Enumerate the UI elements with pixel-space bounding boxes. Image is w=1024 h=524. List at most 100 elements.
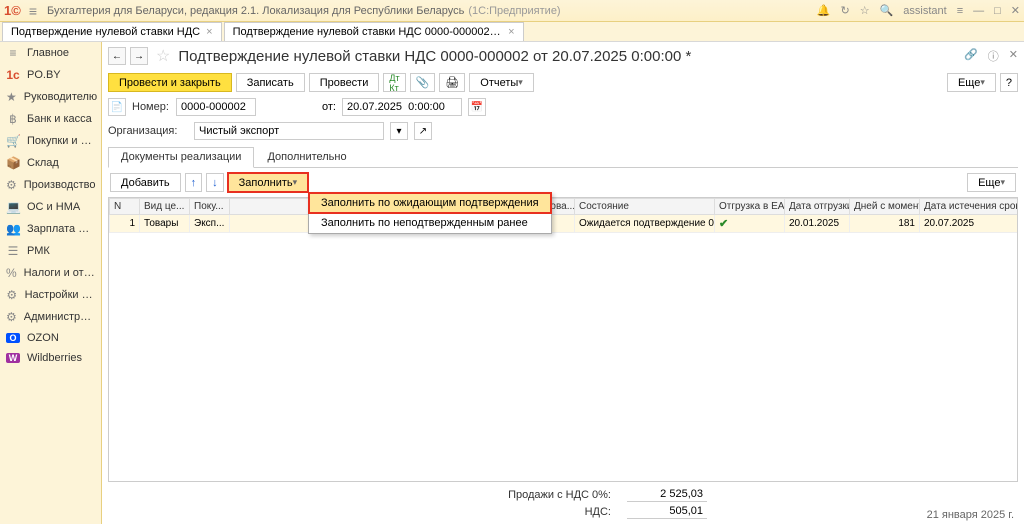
- form-org-row: Организация: ▾ ↗: [102, 119, 1024, 143]
- sidebar-item-wb[interactable]: WWildberries: [0, 348, 101, 368]
- bell-icon[interactable]: 🔔: [817, 4, 831, 17]
- forward-button[interactable]: →: [130, 47, 148, 65]
- document-title: Подтверждение нулевой ставки НДС 0000-00…: [178, 48, 691, 65]
- sidebar-item-taxes[interactable]: %Налоги и отчетность: [0, 262, 101, 284]
- doc-header: ← → ☆ Подтверждение нулевой ставки НДС 0…: [102, 42, 1024, 70]
- org-input[interactable]: [194, 122, 384, 140]
- link-icon[interactable]: 🔗: [964, 48, 978, 64]
- maximize-icon[interactable]: □: [994, 5, 1001, 17]
- org-select-button[interactable]: ▾: [390, 122, 408, 140]
- dt-kt-button[interactable]: ДтКт: [383, 73, 405, 92]
- number-label: Номер:: [132, 101, 170, 113]
- tabs-bar: Подтверждение нулевой ставки НДС × Подтв…: [0, 22, 1024, 42]
- back-button[interactable]: ←: [108, 47, 126, 65]
- info-icon[interactable]: ⓘ: [988, 48, 999, 64]
- close-doc-icon[interactable]: ✕: [1009, 48, 1018, 64]
- gear-icon: ⚙: [6, 178, 17, 192]
- tab-documents[interactable]: Документы реализации: [108, 147, 254, 168]
- cell-state: Ожидается подтверждение 0%: [575, 215, 715, 233]
- cart-icon: 🛒: [6, 134, 20, 148]
- titlebar: 1© ≡ Бухгалтерия для Беларуси, редакция …: [0, 0, 1024, 22]
- table-row[interactable]: 1 Товары Эксп... 2 525,03 20% 505,01 Ожи…: [110, 215, 1019, 233]
- move-down-button[interactable]: ↓: [206, 173, 224, 192]
- documents-grid[interactable]: N Вид це... Поку... дажи с НДС 0% Ставка…: [108, 197, 1018, 482]
- cell-eaes[interactable]: ✔: [715, 215, 785, 233]
- tab-toolbar: Добавить ↑ ↓ Заполнить Заполнить по ожид…: [102, 168, 1024, 197]
- org-open-button[interactable]: ↗: [414, 122, 432, 140]
- star-icon[interactable]: ☆: [860, 4, 870, 17]
- col-eaes[interactable]: Отгрузка в ЕАЭС: [715, 199, 785, 215]
- grid-more-button[interactable]: Еще: [967, 173, 1016, 192]
- post-and-close-button[interactable]: Провести и закрыть: [108, 73, 232, 92]
- sidebar-item-bank[interactable]: ฿Банк и касса: [0, 108, 101, 130]
- sidebar-item-production[interactable]: ⚙Производство: [0, 174, 101, 196]
- date-input[interactable]: [342, 98, 462, 116]
- sidebar-item-poby[interactable]: 1cPO.BY: [0, 64, 101, 86]
- sidebar-item-rmk[interactable]: ☰РМК: [0, 240, 101, 262]
- sidebar-item-ozon[interactable]: OOZON: [0, 328, 101, 348]
- app-subtitle: (1С:Предприятие): [468, 5, 560, 17]
- post-button[interactable]: Провести: [309, 73, 380, 92]
- minimize-icon[interactable]: —: [973, 5, 984, 17]
- tab-1[interactable]: Подтверждение нулевой ставки НДС 0000-00…: [224, 22, 524, 41]
- sidebar-item-assets[interactable]: 💻ОС и НМА: [0, 196, 101, 218]
- print-button[interactable]: 🖨: [439, 73, 465, 92]
- help-button[interactable]: ?: [1000, 73, 1018, 92]
- menu-icon[interactable]: ≡: [29, 3, 37, 19]
- tab-0[interactable]: Подтверждение нулевой ставки НДС ×: [2, 22, 222, 41]
- move-up-button[interactable]: ↑: [185, 173, 203, 192]
- settings-icon[interactable]: ≡: [957, 5, 963, 17]
- col-buyer[interactable]: Поку...: [190, 199, 230, 215]
- fill-by-pending[interactable]: Заполнить по ожидающим подтверждения: [309, 193, 551, 213]
- fill-button[interactable]: Заполнить: [228, 173, 309, 192]
- inner-tabs: Документы реализации Дополнительно: [108, 147, 1018, 168]
- attach-button[interactable]: 📎: [410, 73, 436, 92]
- cell-type: Товары: [140, 215, 190, 233]
- write-button[interactable]: Записать: [236, 73, 305, 92]
- app-title: Бухгалтерия для Беларуси, редакция 2.1. …: [47, 5, 464, 17]
- sidebar-item-admin[interactable]: ⚙Администрирование: [0, 306, 101, 328]
- fill-dropdown-menu: Заполнить по ожидающим подтверждения Зап…: [308, 192, 552, 234]
- sidebar-item-sales[interactable]: 🛒Покупки и продажи: [0, 130, 101, 152]
- col-deadline[interactable]: Дата истечения срока 180 д...: [920, 199, 1019, 215]
- doc-toolbar: Провести и закрыть Записать Провести ДтК…: [102, 70, 1024, 95]
- col-state[interactable]: Состояние: [575, 199, 715, 215]
- history-icon[interactable]: ↻: [840, 4, 849, 17]
- sidebar-item-manager[interactable]: ★Руководителю: [0, 86, 101, 108]
- bank-icon: ฿: [6, 112, 20, 126]
- tab-additional[interactable]: Дополнительно: [254, 147, 359, 167]
- col-type[interactable]: Вид це...: [140, 199, 190, 215]
- main-area: ← → ☆ Подтверждение нулевой ставки НДС 0…: [102, 42, 1024, 524]
- fill-by-unconfirmed[interactable]: Заполнить по неподтвержденным ранее: [309, 213, 551, 233]
- form-number-row: 📄 Номер: от: 📅: [102, 95, 1024, 119]
- sidebar-item-main[interactable]: ≡Главное: [0, 42, 101, 64]
- footer: Продажи с НДС 0%: 2 525,03 НДС: 505,01: [102, 482, 1024, 524]
- sidebar-item-salary[interactable]: 👥Зарплата и кадры: [0, 218, 101, 240]
- sidebar-item-settings[interactable]: ⚙Настройки учета: [0, 284, 101, 306]
- col-n[interactable]: N: [110, 199, 140, 215]
- menu-icon: ≡: [6, 46, 20, 60]
- search-icon[interactable]: 🔍: [880, 4, 894, 17]
- number-input[interactable]: [176, 98, 256, 116]
- grid-header-row: N Вид це... Поку... дажи с НДС 0% Ставка…: [110, 199, 1019, 215]
- gear-icon: ⚙: [6, 310, 17, 324]
- more-button[interactable]: Еще: [947, 73, 996, 92]
- cell-ship-date: 20.01.2025: [785, 215, 850, 233]
- percent-icon: %: [6, 266, 17, 280]
- reports-button[interactable]: Отчеты: [469, 73, 534, 92]
- col-days[interactable]: Дней с момента ...: [850, 199, 920, 215]
- add-button[interactable]: Добавить: [110, 173, 181, 192]
- favorite-star-icon[interactable]: ☆: [156, 46, 170, 66]
- user-label[interactable]: assistant: [903, 5, 946, 17]
- sidebar: ≡Главное 1cPO.BY ★Руководителю ฿Банк и к…: [0, 42, 102, 524]
- cell-n: 1: [110, 215, 140, 233]
- box-icon: 📦: [6, 156, 20, 170]
- col-ship-date[interactable]: Дата отгрузки: [785, 199, 850, 215]
- 1c-icon: 1c: [6, 68, 20, 82]
- tab-close-icon[interactable]: ×: [206, 26, 212, 38]
- tab-close-icon[interactable]: ×: [508, 26, 514, 38]
- sidebar-item-warehouse[interactable]: 📦Склад: [0, 152, 101, 174]
- calendar-button[interactable]: 📅: [468, 98, 486, 116]
- close-icon[interactable]: ✕: [1011, 4, 1020, 17]
- doc-status-icon[interactable]: 📄: [108, 98, 126, 116]
